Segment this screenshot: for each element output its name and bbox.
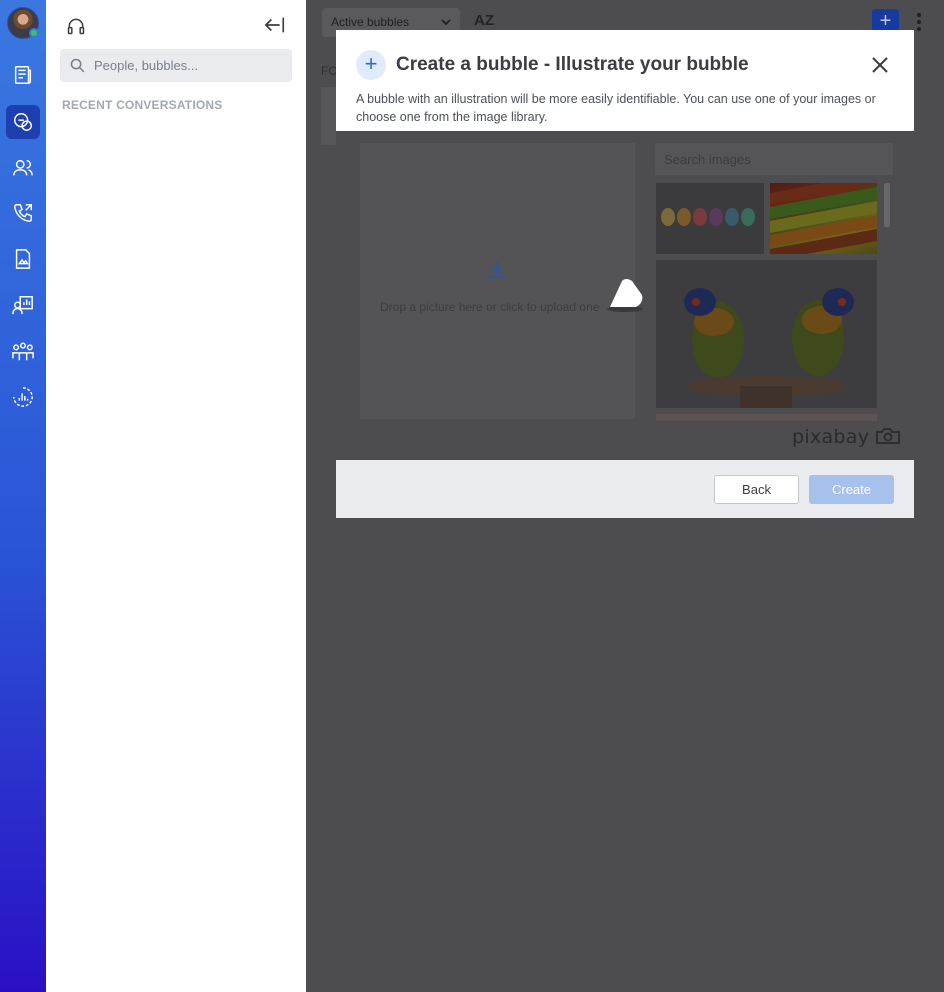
bubbles-icon [14,113,32,131]
contacts-icon [13,159,33,176]
rail-meeting[interactable] [6,288,40,322]
library-image-partial[interactable] [656,414,877,421]
dialog-description: A bubble with an illustration will be mo… [356,92,876,124]
library-image-pencils[interactable] [770,183,877,254]
dialog-title: Create a bubble - Illustrate your bubble [396,54,749,75]
image-search-input[interactable]: Search images [655,143,893,175]
chevron-down-icon [441,19,451,26]
groups-icon [12,342,34,361]
back-button[interactable]: Back [714,475,799,504]
plus-icon: + [356,50,386,80]
dialog-footer: Back Create [336,460,914,518]
news-feed-icon [14,66,32,84]
eggs-image [656,183,764,254]
library-image-parrots[interactable] [656,260,877,408]
rail-groups[interactable] [6,335,40,369]
phone-icon [14,204,32,222]
conversations-panel: People, bubbles... RECENT CONVERSATIONS [46,0,306,992]
image-library-scrollbar[interactable] [884,183,890,227]
rail-bubbles[interactable] [6,105,40,139]
dropzone-text: Drop a picture here or click to upload o… [380,300,600,314]
pixabay-logo: pixabay [792,426,870,448]
left-rail [0,0,46,992]
files-icon [15,249,31,269]
library-image-eggs[interactable] [656,183,764,254]
search-placeholder: People, bubbles... [94,58,199,73]
rail-contacts[interactable] [6,151,40,185]
sort-az-button[interactable]: AZ [474,12,494,29]
create-button[interactable]: Create [809,475,894,504]
camera-icon [876,428,900,444]
headset-icon[interactable] [66,16,86,36]
search-icon [70,58,85,73]
filter-label: Active bubbles [331,15,410,29]
parrots-image [656,260,877,408]
more-options-icon[interactable] [914,12,924,34]
dialog-body: Drop a picture here or click to upload o… [336,131,914,460]
rail-files[interactable] [6,242,40,276]
download-icon [488,261,506,278]
rail-calls[interactable] [6,196,40,230]
create-bubble-dialog: + Create a bubble - Illustrate your bubb… [336,30,914,518]
presence-indicator [29,28,39,38]
recent-conversations-heading: RECENT CONVERSATIONS [62,98,223,112]
loading-cursor-icon [607,279,643,312]
pencils-image [770,183,877,254]
analytics-icon [13,387,33,407]
upload-dropzone[interactable]: Drop a picture here or click to upload o… [360,143,635,419]
rail-news-feed[interactable] [6,58,40,92]
people-search-input[interactable]: People, bubbles... [60,49,292,82]
meeting-icon [12,296,33,315]
rail-analytics[interactable] [6,380,40,414]
app-window: People, bubbles... RECENT CONVERSATIONS … [0,0,944,992]
close-icon[interactable] [869,54,891,76]
collapse-panel-icon[interactable] [264,15,286,35]
